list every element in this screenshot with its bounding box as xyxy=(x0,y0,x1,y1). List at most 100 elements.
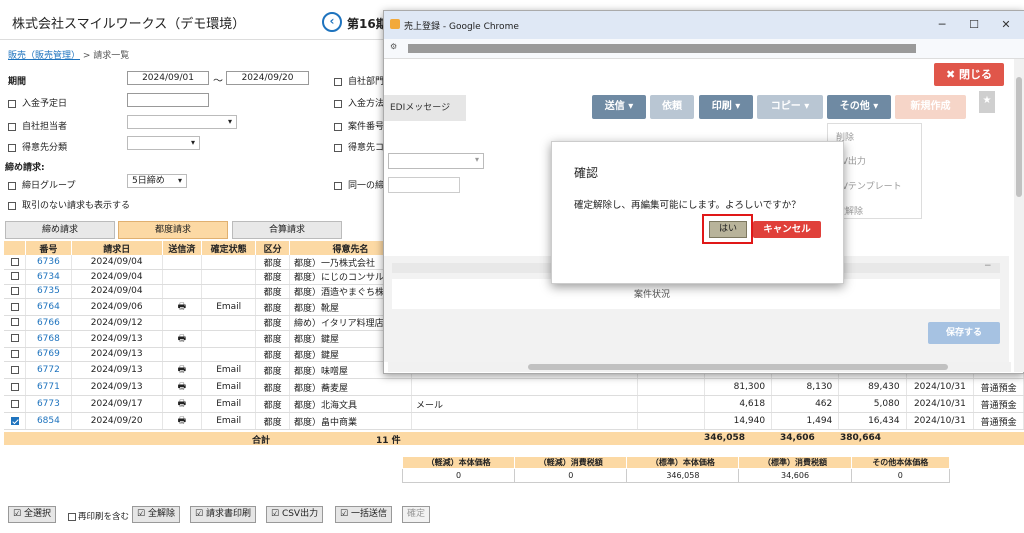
collapse-icon[interactable]: − xyxy=(984,261,992,271)
reprint-checkbox[interactable] xyxy=(68,512,76,521)
col-kind[interactable]: 区分 xyxy=(255,241,290,255)
save-button[interactable]: 保存する xyxy=(928,322,1000,344)
previous-period-button[interactable]: ‹ xyxy=(322,12,342,32)
request-button[interactable]: 依頼 xyxy=(650,95,694,119)
customer-class-select[interactable] xyxy=(127,136,200,150)
customer-code-filter[interactable]: 得意先コ xyxy=(334,140,384,153)
deselect-all-button[interactable]: ☑ 全解除 xyxy=(132,506,180,523)
yes-button[interactable]: はい xyxy=(709,221,747,238)
row-checkbox[interactable] xyxy=(10,399,19,408)
invoice-number-link[interactable]: 6772 xyxy=(25,361,72,379)
show-no-transaction-checkbox[interactable] xyxy=(8,201,16,210)
send-button[interactable]: 送信 ▾ xyxy=(592,95,646,119)
row-checkbox[interactable] xyxy=(10,257,19,266)
invoice-number-link[interactable]: 6734 xyxy=(25,269,72,285)
vertical-scrollbar[interactable] xyxy=(1014,59,1024,372)
total: 16,434 xyxy=(838,412,907,430)
col-invoice-date[interactable]: 請求日 xyxy=(71,241,163,255)
tab-per-invoice[interactable]: 都度請求 xyxy=(118,221,228,239)
copy-button[interactable]: コピー ▾ xyxy=(757,95,823,119)
invoice-date: 2024/09/13 xyxy=(71,330,163,348)
row-checkbox[interactable] xyxy=(10,334,19,342)
new-button[interactable]: 新規作成 xyxy=(895,95,966,119)
select-all-button[interactable]: ☑ 全選択 xyxy=(8,506,56,523)
total: 89,430 xyxy=(838,378,907,396)
invoice-number-link[interactable]: 6769 xyxy=(25,347,72,362)
row-checkbox[interactable] xyxy=(10,286,19,295)
row-checkbox[interactable] xyxy=(10,349,19,358)
closing-group-checkbox[interactable] xyxy=(8,181,16,190)
col-sent[interactable]: 送信済 xyxy=(162,241,203,255)
edi-message-tab[interactable]: EDIメッセージ xyxy=(384,95,466,121)
invoice-kind: 都度 xyxy=(255,347,290,362)
period-from-input[interactable]: 2024/09/01 xyxy=(127,71,209,85)
col-number[interactable]: 番号 xyxy=(25,241,72,255)
summary-count: 11 件 xyxy=(376,436,401,446)
invoice-number-link[interactable]: 6773 xyxy=(25,395,72,413)
other-menu-button[interactable]: その他 ▾ xyxy=(827,95,891,119)
col-status[interactable]: 確定状態 xyxy=(201,241,257,255)
reprint-option[interactable]: 再印刷を含む xyxy=(68,510,129,522)
own-staff-select[interactable] xyxy=(127,115,237,129)
bookmark-star-icon[interactable]: ★ xyxy=(979,91,995,113)
payment-method-filter[interactable]: 入金方法 xyxy=(334,96,384,109)
payment-date-input[interactable] xyxy=(127,93,209,107)
close-button[interactable]: ✖ 閉じる xyxy=(934,63,1004,86)
maximize-icon[interactable]: ☐ xyxy=(964,16,984,34)
invoice-number-link[interactable]: 6735 xyxy=(25,284,72,299)
bulk-send-button[interactable]: ☑ 一括送信 xyxy=(335,506,392,523)
tab-combined-invoice[interactable]: 合算請求 xyxy=(232,221,342,239)
table-row[interactable]: 6773 2024/09/17 🖶 Email 都度 都度）北海文具 メール 4,618 462… xyxy=(4,395,1024,413)
show-no-transaction-filter[interactable]: 取引のない請求も表示する xyxy=(8,198,130,211)
horizontal-scrollbar[interactable] xyxy=(388,362,1011,372)
closing-group-filter[interactable]: 締日グループ xyxy=(8,178,75,191)
payment-date-checkbox[interactable] xyxy=(8,99,16,108)
popup-select[interactable] xyxy=(388,153,484,169)
row-checkbox[interactable] xyxy=(10,365,19,374)
breadcrumb-link-sales[interactable]: 販売（販売管理） xyxy=(8,51,80,61)
print-button[interactable]: 印刷 ▾ xyxy=(699,95,753,119)
invoice-date: 2024/09/13 xyxy=(71,347,163,362)
csv-export-button[interactable]: ☑ CSV出力 xyxy=(266,506,324,523)
invoice-kind: 都度 xyxy=(255,412,290,430)
customer-class-checkbox[interactable] xyxy=(8,143,16,152)
row-checkbox[interactable] xyxy=(10,382,19,391)
close-window-icon[interactable]: ✕ xyxy=(996,16,1016,34)
invoice-number-link[interactable]: 6736 xyxy=(25,255,72,270)
row-checkbox[interactable] xyxy=(10,318,19,327)
dept-filter[interactable]: 自社部門 xyxy=(334,74,384,87)
invoice-number-link[interactable]: 6768 xyxy=(25,330,72,348)
invoice-number-link[interactable]: 6766 xyxy=(25,315,72,331)
total: 5,080 xyxy=(838,395,907,413)
invoice-number-link[interactable]: 6854 xyxy=(25,412,72,430)
row-checkbox[interactable] xyxy=(10,272,19,281)
address-bar[interactable]: ⚙ xyxy=(384,39,1024,59)
summary-row: 合計 11 件 346,058 34,606 380,664 xyxy=(4,432,1024,446)
print-invoice-button[interactable]: ☑ 請求書印刷 xyxy=(190,506,256,523)
site-info-icon[interactable]: ⚙ xyxy=(390,42,397,51)
closing-group-select[interactable]: 5日締め xyxy=(127,174,187,188)
payment-date-filter[interactable]: 入金予定日 xyxy=(8,96,67,109)
invoice-kind: 都度 xyxy=(255,315,290,331)
same-closing-filter[interactable]: 同一の締 xyxy=(334,178,384,191)
row-checkbox[interactable] xyxy=(10,416,19,425)
period-to-input[interactable]: 2024/09/20 xyxy=(226,71,309,85)
cancel-button[interactable]: キャンセル xyxy=(753,221,821,238)
due-date: 2024/10/31 xyxy=(906,412,975,430)
invoice-number-link[interactable]: 6764 xyxy=(25,298,72,316)
case-number-filter[interactable]: 案件番号 xyxy=(334,119,384,132)
invoice-date: 2024/09/04 xyxy=(71,284,163,299)
own-staff-filter[interactable]: 自社担当者 xyxy=(8,119,67,132)
invoice-number-link[interactable]: 6771 xyxy=(25,378,72,396)
table-row[interactable]: 6854 2024/09/20 🖶 Email 都度 都度）畠中商業 14,940 1,494… xyxy=(4,412,1024,430)
own-staff-checkbox[interactable] xyxy=(8,122,16,131)
tab-closing-invoice[interactable]: 締め請求 xyxy=(5,221,115,239)
minimize-icon[interactable]: ─ xyxy=(932,16,952,34)
customer-class-filter[interactable]: 得意先分類 xyxy=(8,140,67,153)
row-checkbox[interactable] xyxy=(10,302,19,311)
menu-item-csv-template[interactable]: SVテンプレート xyxy=(836,179,902,192)
due-date: 2024/10/31 xyxy=(906,378,975,396)
popup-input[interactable] xyxy=(388,177,460,193)
table-row[interactable]: 6771 2024/09/13 🖶 Email 都度 都度）蕎麦屋 81,300 8,130 8… xyxy=(4,378,1024,396)
confirm-button[interactable]: 確定 xyxy=(402,506,431,523)
